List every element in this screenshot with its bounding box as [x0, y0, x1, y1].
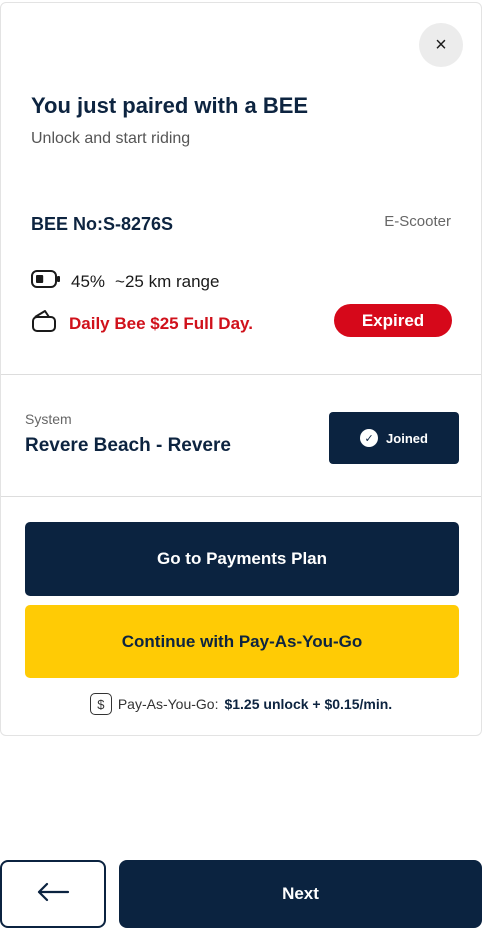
divider [1, 374, 481, 375]
dollar-icon: $ [89, 693, 112, 715]
system-name: Revere Beach - Revere [25, 435, 231, 456]
close-icon: × [435, 33, 447, 56]
pricing-value: $1.25 unlock + $0.15/min. [224, 696, 393, 712]
battery-range: ~25 km range [115, 271, 220, 291]
back-button[interactable] [0, 860, 106, 928]
page-title: You just paired with a BEE [31, 93, 309, 118]
status-badge: Expired [334, 304, 452, 337]
plan-row: Daily Bee $25 Full Day. [31, 309, 253, 338]
battery-percent: 45% [71, 271, 106, 291]
system-label: System [25, 411, 72, 427]
page-subtitle: Unlock and start riding [31, 130, 191, 147]
joined-label: Joined [386, 430, 428, 446]
paired-card: × You just paired with a BEE Unlock and … [0, 2, 482, 736]
vehicle-type: E-Scooter [384, 213, 451, 230]
check-circle-icon: ✓ [360, 429, 379, 447]
plan-name: Daily Bee $25 Full Day. [69, 313, 253, 333]
divider [1, 496, 481, 497]
pay-as-you-go-button[interactable]: Continue with Pay-As-You-Go [25, 605, 459, 678]
close-button[interactable]: × [419, 23, 463, 67]
vehicle-number: BEE No:S-8276S [31, 214, 174, 234]
next-button[interactable]: Next [119, 860, 482, 928]
joined-button[interactable]: ✓ Joined [329, 412, 459, 464]
battery-icon [31, 270, 61, 293]
wallet-icon [31, 309, 57, 338]
battery-row: 45% ~25 km range [31, 270, 219, 293]
pricing-info: $ Pay-As-You-Go: $1.25 unlock + $0.15/mi… [0, 693, 482, 715]
pricing-prefix: Pay-As-You-Go: [117, 696, 219, 712]
payments-plan-button[interactable]: Go to Payments Plan [25, 522, 459, 596]
arrow-left-icon [36, 882, 70, 907]
